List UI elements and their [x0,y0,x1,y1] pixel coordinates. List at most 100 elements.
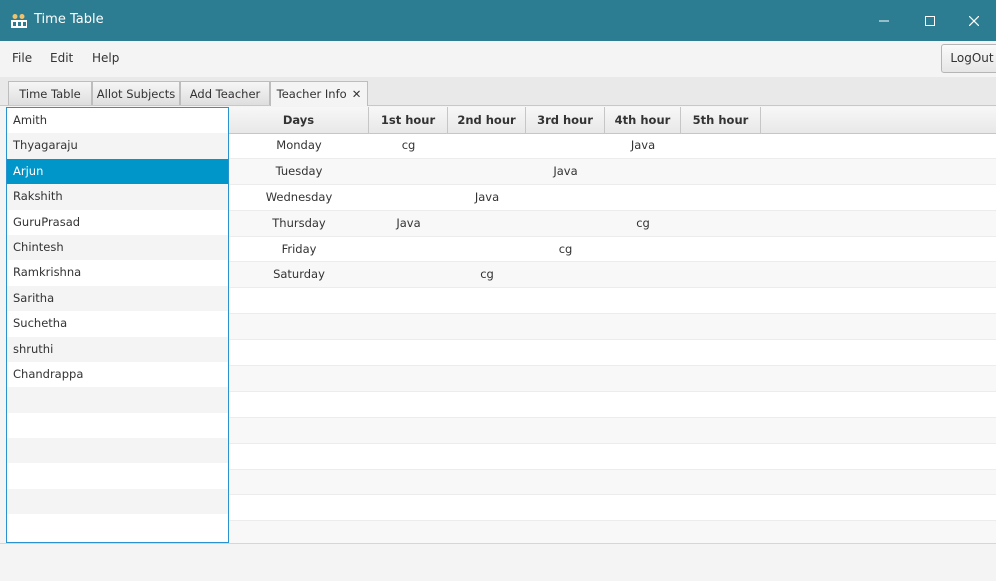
menu-file[interactable]: File [12,51,32,65]
day-cell: Saturday [273,267,325,282]
subject-cell: Java [474,189,500,204]
subject-cell [681,262,761,287]
list-item[interactable]: Ramkrishna [7,260,228,285]
table-row [229,444,996,470]
logout-button[interactable]: LogOut [941,44,996,73]
table-row [229,288,996,315]
subject-cell [369,237,448,262]
tab-teacher-info[interactable]: Teacher Info ✕ [270,81,368,106]
list-item[interactable]: shruthi [7,336,228,362]
list-item [7,413,228,438]
tab-close-icon[interactable]: ✕ [352,87,362,101]
subject-cell [526,211,605,236]
list-item[interactable]: Suchetha [7,311,228,336]
subject-cell: cg [401,138,416,152]
subject-cell [681,185,761,210]
list-item[interactable]: Arjun [7,158,228,185]
list-item[interactable]: Rakshith [7,184,228,210]
list-item[interactable]: Chandrappa [7,362,228,387]
list-item[interactable]: GuruPrasad [7,210,228,235]
table-row[interactable]: Friday cg [229,237,996,263]
subject-cell [605,262,681,287]
column-header[interactable]: Days [229,107,369,133]
column-header[interactable]: 5th hour [681,107,761,133]
window-title: Time Table [34,12,104,27]
list-item [7,438,228,464]
table-row [229,417,996,444]
title-bar: Time Table [0,0,996,41]
table-row [229,469,996,496]
list-item[interactable]: Thyagaraju [7,133,228,159]
table-row[interactable]: Tuesday Java [229,158,996,185]
table-row [229,340,996,367]
subject-cell [369,159,448,184]
menu-edit[interactable]: Edit [50,51,73,65]
table-row [229,495,996,522]
subject-cell [681,237,761,262]
subject-cell [369,185,448,210]
subject-cell [526,133,605,158]
subject-cell: cg [636,215,650,230]
subject-cell [605,185,681,210]
day-cell: Monday [276,138,322,152]
subject-cell: Java [630,138,656,152]
subject-cell [448,159,526,184]
tab-bar: Time Table Allot Subjects Add Teacher Te… [0,77,996,106]
table-row[interactable]: Thursday Java cg [229,210,996,237]
subject-cell [369,262,448,287]
timetable-table: Days 1st hour 2nd hour 3rd hour 4th hour 5th … [229,107,996,543]
subject-cell [526,185,605,210]
subject-cell: Java [553,163,578,178]
minimize-icon [879,20,889,21]
tab-add-teacher[interactable]: Add Teacher [180,81,270,105]
table-row[interactable]: Monday cg Java [229,133,996,159]
list-item[interactable]: Amith [7,108,228,133]
subject-cell [605,159,681,184]
column-header[interactable]: 1st hour [369,107,448,133]
subject-cell [526,262,605,287]
subject-cell [681,133,761,158]
maximize-icon [925,15,935,26]
table-row [229,366,996,392]
subject-cell: cg [558,241,573,256]
tab-label: Teacher Info [276,87,347,101]
list-item [7,488,228,515]
menu-help[interactable]: Help [92,51,119,65]
table-row [229,314,996,341]
list-item [7,387,228,413]
list-item [7,463,228,488]
day-cell: Tuesday [275,163,323,178]
column-header[interactable]: 3rd hour [526,107,605,133]
table-row [229,521,996,543]
table-row[interactable]: Saturday cg [229,262,996,289]
maximize-button[interactable] [908,0,952,41]
day-cell: Thursday [272,215,326,230]
list-item[interactable]: Saritha [7,285,228,312]
tab-time-table[interactable]: Time Table [8,81,92,105]
list-item[interactable]: Chintesh [7,234,228,261]
day-cell: Wednesday [265,189,333,204]
subject-cell [448,237,526,262]
column-header[interactable]: 2nd hour [448,107,526,133]
app-icon [11,14,27,28]
subject-cell [681,211,761,236]
minimize-button[interactable] [862,0,906,41]
column-header[interactable]: 4th hour [605,107,681,133]
list-item [7,514,228,539]
subject-cell [605,237,681,262]
table-header: Days 1st hour 2nd hour 3rd hour 4th hour 5th … [229,107,996,134]
subject-cell: cg [480,267,494,282]
close-button[interactable] [952,0,996,41]
close-icon [969,15,979,26]
teacher-list: Amith Thyagaraju Arjun Rakshith GuruPrasad Ch… [6,107,229,543]
menu-bar: File Edit Help [0,41,996,78]
subject-cell [448,211,526,236]
table-row[interactable]: Wednesday Java [229,185,996,211]
tab-allot-subjects[interactable]: Allot Subjects [92,81,180,105]
table-row [229,392,996,418]
day-cell: Friday [281,241,317,256]
table-body: Monday cg Java Tuesday Java Wednesday Java Thur… [229,133,996,543]
subject-cell: Java [396,215,421,230]
subject-cell [681,159,761,184]
status-bar [0,543,996,581]
